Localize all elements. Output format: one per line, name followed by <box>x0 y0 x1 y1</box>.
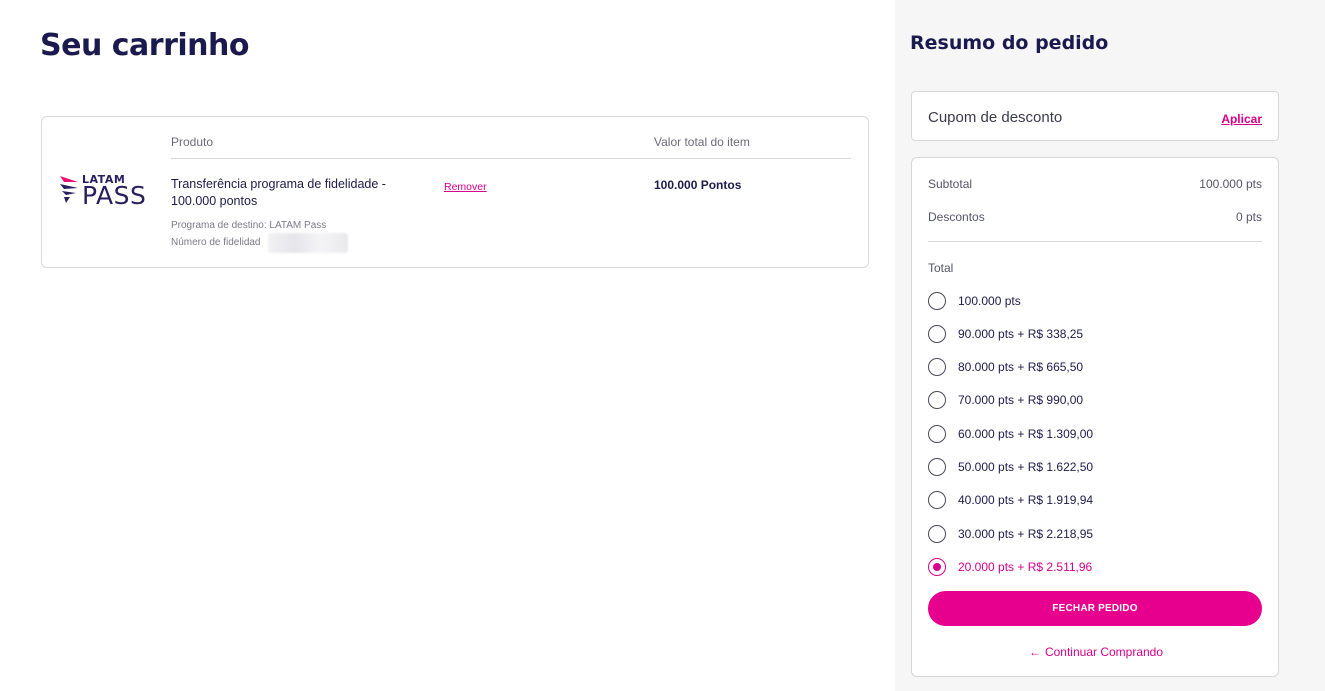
payment-option-label: 90.000 pts + R$ 338,25 <box>958 327 1084 341</box>
summary-title: Resumo do pedido <box>910 32 1109 54</box>
radio-button[interactable] <box>928 325 946 343</box>
radio-button[interactable] <box>928 458 946 476</box>
radio-button[interactable] <box>928 358 946 376</box>
payment-option[interactable]: 60.000 pts + R$ 1.309,00 <box>928 425 1258 445</box>
arrow-left-icon: ← <box>1028 645 1041 659</box>
order-summary-panel: Resumo do pedido Cupom de desconto Aplic… <box>895 0 1325 691</box>
coupon-label: Cupom de desconto <box>928 109 1063 126</box>
page-title: Seu carrinho <box>40 28 249 63</box>
subtotal-label: Subtotal <box>928 177 973 191</box>
destination-program: Programa de destino: LATAM Pass <box>171 220 327 231</box>
payment-option[interactable]: 50.000 pts + R$ 1.622,50 <box>928 458 1258 478</box>
continue-shopping-link[interactable]: ← Continuar Comprando <box>912 645 1280 659</box>
payment-option[interactable]: 30.000 pts + R$ 2.218,95 <box>928 525 1258 545</box>
checkout-button[interactable]: FECHAR PEDIDO <box>928 591 1262 626</box>
product-name: Transferência programa de fidelidade - 1… <box>171 177 386 208</box>
payment-option-label: 80.000 pts + R$ 665,50 <box>958 360 1084 374</box>
radio-button[interactable] <box>928 292 946 310</box>
header-divider <box>171 158 851 159</box>
radio-button-checked[interactable] <box>928 558 946 576</box>
payment-option[interactable]: 70.000 pts + R$ 990,00 <box>928 391 1258 411</box>
continue-shopping-label: Continuar Comprando <box>1044 645 1164 659</box>
payment-option-label: 70.000 pts + R$ 990,00 <box>958 393 1084 407</box>
apply-coupon-link[interactable]: Aplicar <box>1221 112 1262 126</box>
column-header-product: Produto <box>171 135 214 149</box>
payment-option-label: 50.000 pts + R$ 1.622,50 <box>958 460 1094 474</box>
payment-option-label: 40.000 pts + R$ 1.919,94 <box>958 493 1094 507</box>
redacted-loyalty-number <box>268 233 348 253</box>
discounts-value: 0 pts <box>1235 210 1262 224</box>
item-total-value: 100.000 Pontos <box>654 178 742 192</box>
remove-item-link[interactable]: Remover <box>444 181 487 193</box>
radio-button[interactable] <box>928 425 946 443</box>
radio-button[interactable] <box>928 525 946 543</box>
subtotal-value: 100.000 pts <box>1199 177 1262 191</box>
loyalty-number-label: Número de fidelidad <box>171 237 261 248</box>
summary-card: Subtotal 100.000 pts Descontos 0 pts Tot… <box>911 157 1279 677</box>
cart-item-card: LATAM PASS Produto Valor total do item T… <box>41 116 869 268</box>
payment-option[interactable]: 90.000 pts + R$ 338,25 <box>928 325 1258 345</box>
latam-pass-logo: LATAM PASS <box>58 173 158 213</box>
total-label: Total <box>928 261 954 275</box>
payment-option-label: 30.000 pts + R$ 2.218,95 <box>958 527 1094 541</box>
coupon-field[interactable]: Cupom de desconto Aplicar <box>911 91 1279 141</box>
radio-button[interactable] <box>928 491 946 509</box>
payment-option[interactable]: 100.000 pts <box>928 292 1258 312</box>
payment-option-label: 100.000 pts <box>958 294 1021 308</box>
radio-button[interactable] <box>928 391 946 409</box>
payment-option[interactable]: 40.000 pts + R$ 1.919,94 <box>928 491 1258 511</box>
payment-option-selected[interactable]: 20.000 pts + R$ 2.511,96 <box>928 558 1258 578</box>
cart-section: Seu carrinho LATAM PASS Produto Valor to… <box>0 0 895 691</box>
payment-option-label: 20.000 pts + R$ 2.511,96 <box>958 560 1093 574</box>
discounts-label: Descontos <box>928 210 985 224</box>
payment-option[interactable]: 80.000 pts + R$ 665,50 <box>928 358 1258 378</box>
logo-text-pass: PASS <box>82 181 147 210</box>
summary-divider <box>928 241 1262 242</box>
latam-wing-icon <box>60 176 78 203</box>
column-header-item-total: Valor total do item <box>654 135 750 149</box>
payment-option-label: 60.000 pts + R$ 1.309,00 <box>958 427 1094 441</box>
